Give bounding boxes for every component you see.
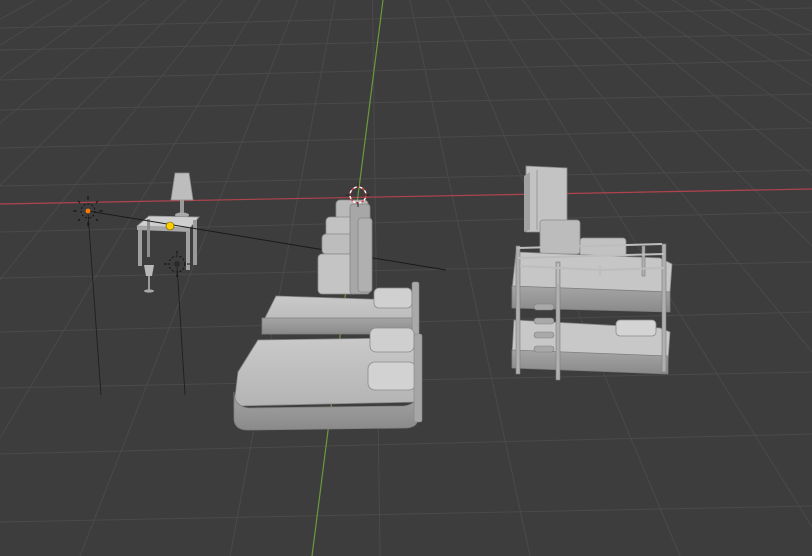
grid-line — [0, 505, 812, 523]
grid-line — [0, 93, 812, 111]
selected-object-origin[interactable] — [165, 221, 175, 231]
grid-line — [372, 0, 381, 556]
grid-line — [0, 433, 812, 455]
grid-line — [0, 33, 812, 51]
viewport-canvas[interactable] — [0, 0, 812, 556]
grid-line — [0, 211, 812, 233]
3d-viewport[interactable] — [0, 0, 812, 556]
floor-grid — [0, 0, 812, 556]
grid-line — [747, 0, 812, 33]
wine-glass[interactable] — [144, 265, 154, 293]
grid-line — [0, 261, 812, 279]
grid-line — [79, 0, 298, 556]
grid-line — [409, 0, 531, 556]
grid-line — [0, 169, 812, 187]
bunk-bed[interactable] — [511, 219, 673, 381]
point-light-left[interactable] — [73, 196, 103, 226]
grid-line — [709, 0, 812, 57]
grid-line — [672, 0, 812, 87]
light-origin-dot — [85, 208, 91, 214]
x-axis-line — [0, 188, 812, 205]
light-middle-stem — [176, 264, 186, 396]
double-bed-front[interactable] — [233, 327, 423, 431]
grid-line — [0, 127, 812, 149]
light-left-stem — [87, 212, 102, 396]
grid-line — [0, 0, 261, 440]
table-lamp[interactable] — [170, 172, 194, 218]
single-bed-back[interactable] — [317, 199, 373, 295]
